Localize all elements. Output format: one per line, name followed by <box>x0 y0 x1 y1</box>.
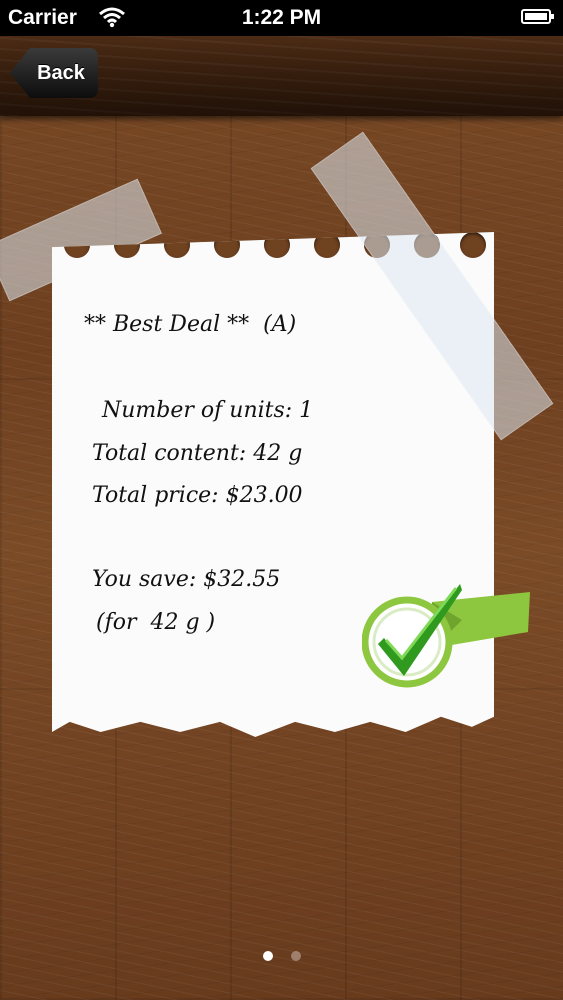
binder-hole <box>314 232 340 258</box>
navigation-bar: Back <box>0 36 563 116</box>
note-units: Number of units: 1 <box>102 398 314 423</box>
note-savings-amount: (for 42 g ) <box>96 610 216 635</box>
binder-hole <box>460 232 486 258</box>
binder-hole <box>214 232 240 258</box>
note-title: ** Best Deal ** (A) <box>84 312 297 337</box>
page-dot-active[interactable] <box>262 951 273 961</box>
status-bar: Carrier 1:22 PM <box>0 0 563 36</box>
binder-hole <box>264 232 290 258</box>
status-time: 1:22 PM <box>241 6 322 29</box>
page-indicator[interactable] <box>0 951 563 961</box>
battery-icon <box>521 9 554 24</box>
note-price: Total price: $23.00 <box>92 483 303 508</box>
back-button[interactable]: Back <box>10 48 98 98</box>
note-content: Total content: 42 g <box>92 441 303 466</box>
binder-hole <box>164 232 190 258</box>
note-savings: You save: $32.55 <box>92 567 281 592</box>
page-dot[interactable] <box>290 951 301 961</box>
check-mark-icon <box>362 584 530 688</box>
